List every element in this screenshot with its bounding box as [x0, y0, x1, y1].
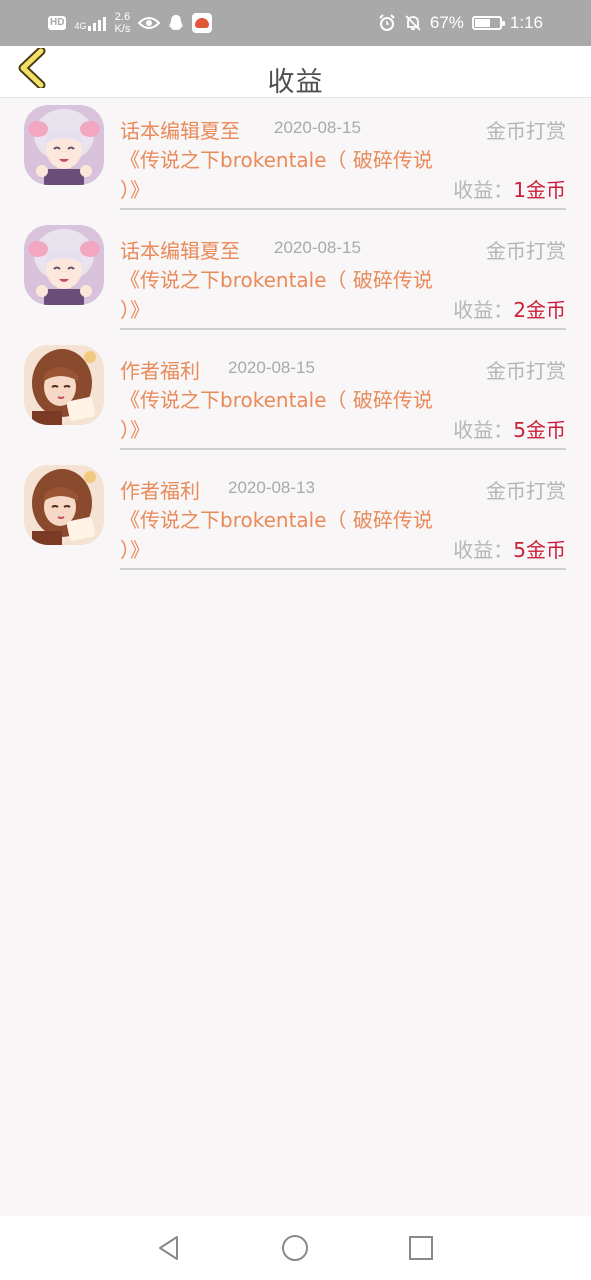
income-list: 话本编辑夏至 2020-08-15 金币打赏 《传说之下brokentale（ … [0, 99, 591, 579]
anime-girl-brown-hair-avatar [24, 465, 104, 545]
item-body: 作者福利 2020-08-13 金币打赏 《传说之下brokentale（ 破碎… [120, 459, 566, 570]
item-header-row: 作者福利 2020-08-15 金币打赏 [120, 355, 566, 385]
item-body: 作者福利 2020-08-15 金币打赏 《传说之下brokentale（ 破碎… [120, 339, 566, 450]
battery-icon [471, 16, 505, 30]
author-name: 作者福利 [120, 479, 200, 503]
battery-percent: 67% [429, 13, 464, 32]
income-value: 1金币 [513, 178, 566, 202]
date: 2020-08-15 [274, 238, 361, 257]
list-item[interactable]: 作者福利 2020-08-15 金币打赏 《传说之下brokentale（ 破碎… [0, 339, 591, 459]
status-bar: HD 4G 2.6 K/s 67% 1:16 [0, 0, 591, 46]
signal-group: 4G [74, 15, 107, 31]
speed-value: 2.6 [114, 11, 131, 23]
income-label: 收益： [453, 418, 514, 442]
item-header-row: 作者福利 2020-08-13 金币打赏 [120, 475, 566, 505]
item-header-row: 话本编辑夏至 2020-08-15 金币打赏 [120, 115, 566, 145]
item-header-row: 话本编辑夏至 2020-08-15 金币打赏 [120, 235, 566, 265]
date: 2020-08-13 [228, 478, 315, 497]
income-type: 金币打赏 [486, 479, 566, 503]
income: 收益：1金币 [453, 175, 566, 205]
page-title: 收益 [267, 67, 324, 98]
list-item[interactable]: 话本编辑夏至 2020-08-15 金币打赏 《传说之下brokentale（ … [0, 99, 591, 219]
alarm-icon [379, 14, 395, 31]
signal-icon [88, 15, 107, 31]
hd-badge: HD [48, 16, 67, 30]
system-nav-bar [0, 1216, 591, 1280]
eye-icon [138, 17, 161, 29]
income-value: 2金币 [513, 298, 566, 322]
anime-girl-white-hair-avatar [24, 105, 104, 185]
avatar[interactable] [24, 345, 104, 425]
network-speed: 2.6 K/s [114, 11, 130, 35]
author-name: 作者福利 [120, 359, 200, 383]
network-type: 4G [74, 21, 87, 31]
income-type: 金币打赏 [486, 239, 566, 263]
income-type: 金币打赏 [486, 359, 566, 383]
anime-girl-white-hair-avatar [24, 225, 104, 305]
clock: 1:16 [509, 13, 543, 32]
list-item[interactable]: 作者福利 2020-08-13 金币打赏 《传说之下brokentale（ 破碎… [0, 459, 591, 579]
qq-icon [169, 15, 183, 30]
income-label: 收益： [453, 538, 514, 562]
book-title[interactable]: 《传说之下brokentale（ 破碎传说 ）》 [120, 505, 440, 565]
back-triangle-icon[interactable] [155, 1234, 183, 1262]
date: 2020-08-15 [274, 118, 361, 137]
income-label: 收益： [453, 298, 514, 322]
header: 收益 [0, 46, 591, 98]
status-right: 67% 1:16 [378, 13, 543, 33]
recents-square-icon[interactable] [407, 1234, 435, 1262]
anime-girl-brown-hair-avatar [24, 345, 104, 425]
book-title[interactable]: 《传说之下brokentale（ 破碎传说 ）》 [120, 145, 440, 205]
income-value: 5金币 [513, 538, 566, 562]
income-label: 收益： [453, 178, 514, 202]
date: 2020-08-15 [228, 358, 315, 377]
battery-fill [474, 19, 490, 27]
income: 收益：5金币 [453, 535, 566, 565]
income: 收益：2金币 [453, 295, 566, 325]
avatar[interactable] [24, 105, 104, 185]
home-circle-icon[interactable] [281, 1234, 309, 1262]
author-name: 话本编辑夏至 [120, 239, 240, 263]
income: 收益：5金币 [453, 415, 566, 445]
speed-unit: K/s [114, 23, 131, 35]
author-name: 话本编辑夏至 [120, 119, 240, 143]
item-body: 话本编辑夏至 2020-08-15 金币打赏 《传说之下brokentale（ … [120, 219, 566, 330]
avatar[interactable] [24, 465, 104, 545]
income-type: 金币打赏 [486, 119, 566, 143]
book-title[interactable]: 《传说之下brokentale（ 破碎传说 ）》 [120, 385, 440, 445]
book-title[interactable]: 《传说之下brokentale（ 破碎传说 ）》 [120, 265, 440, 325]
status-left: HD 4G 2.6 K/s [48, 11, 213, 35]
avatar[interactable] [24, 225, 104, 305]
bell-muted-icon [405, 15, 421, 31]
income-value: 5金币 [513, 418, 566, 442]
item-body: 话本编辑夏至 2020-08-15 金币打赏 《传说之下brokentale（ … [120, 99, 566, 210]
app-notification-icon [192, 13, 213, 33]
list-item[interactable]: 话本编辑夏至 2020-08-15 金币打赏 《传说之下brokentale（ … [0, 219, 591, 339]
